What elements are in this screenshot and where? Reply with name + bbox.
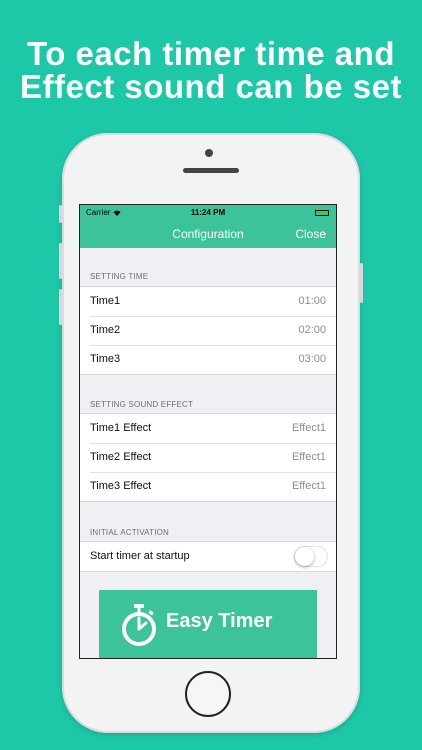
status-time: 11:24 PM	[190, 208, 226, 217]
row-label: Time1 Effect	[90, 422, 152, 434]
stopwatch-icon	[122, 604, 156, 646]
home-button[interactable]	[185, 671, 231, 717]
sound-row-2[interactable]: Time2 Effect Effect1	[80, 443, 336, 472]
banner-label: Easy Timer	[166, 610, 273, 632]
section-header-activation: INITIAL ACTIVATION	[90, 528, 170, 537]
status-bar: Carrier 11:24 PM	[80, 205, 336, 221]
row-label: Time3	[90, 353, 121, 365]
section-header-sound: SETTING SOUND EFFECT	[90, 400, 194, 409]
volume-up-button	[59, 243, 62, 279]
row-label: Time3 Effect	[90, 480, 152, 492]
row-value: Effect1	[291, 451, 326, 463]
row-label: Time1	[90, 295, 121, 307]
startup-row: Start timer at startup	[80, 542, 336, 571]
time-row-2[interactable]: Time2 02:00	[80, 316, 336, 345]
time-settings-group: Time1 01:00 Time2 02:00 Time3 03:00	[80, 286, 336, 375]
camera-icon	[205, 149, 213, 157]
row-value: 02:00	[298, 324, 326, 336]
close-button[interactable]: Close	[295, 221, 326, 248]
startup-toggle[interactable]	[294, 546, 328, 567]
speaker-grille	[183, 168, 239, 173]
section-header-time: SETTING TIME	[90, 272, 149, 281]
screen: Carrier 11:24 PM Configuration Close SET…	[79, 204, 337, 659]
headline-line-2: Effect sound can be set	[20, 68, 402, 105]
phone-frame: Carrier 11:24 PM Configuration Close SET…	[59, 133, 363, 733]
battery-icon	[315, 210, 329, 216]
time-row-1[interactable]: Time1 01:00	[80, 287, 336, 316]
mute-switch	[59, 205, 62, 223]
easy-timer-banner[interactable]: Easy Timer	[99, 590, 317, 658]
sound-settings-group: Time1 Effect Effect1 Time2 Effect Effect…	[80, 413, 336, 502]
toggle-knob	[295, 547, 314, 566]
time-row-3[interactable]: Time3 03:00	[80, 345, 336, 374]
row-value: 03:00	[298, 353, 326, 365]
row-label: Time2 Effect	[90, 451, 152, 463]
row-label: Start timer at startup	[90, 550, 190, 562]
navigation-bar: Configuration Close	[80, 221, 336, 248]
power-button	[360, 263, 363, 303]
volume-down-button	[59, 289, 62, 325]
activation-group: Start timer at startup	[80, 541, 336, 572]
row-label: Time2	[90, 324, 121, 336]
sound-row-1[interactable]: Time1 Effect Effect1	[80, 414, 336, 443]
row-value: 01:00	[298, 295, 326, 307]
row-value: Effect1	[291, 480, 326, 492]
sound-row-3[interactable]: Time3 Effect Effect1	[80, 472, 336, 501]
row-value: Effect1	[291, 422, 326, 434]
headline-line-1: To each timer time and	[27, 35, 395, 72]
